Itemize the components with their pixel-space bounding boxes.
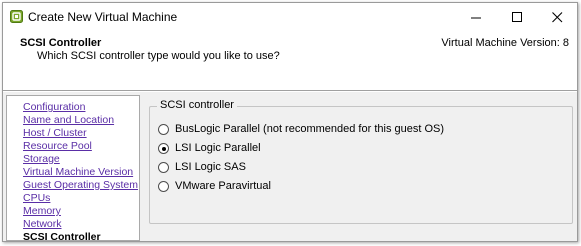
vsphere-app-icon <box>10 10 23 23</box>
step-scsi-controller: SCSI Controller <box>23 231 101 242</box>
maximize-button[interactable] <box>498 3 536 31</box>
wizard-step-list: Configuration Name and Location Host / C… <box>6 95 140 241</box>
wizard-window: Create New Virtual Machine SCSI Controll… <box>2 2 578 242</box>
radio-button[interactable] <box>158 124 169 135</box>
minimize-button[interactable] <box>457 3 495 31</box>
radio-button[interactable] <box>158 162 169 173</box>
wizard-header: SCSI Controller Which SCSI controller ty… <box>3 31 577 91</box>
scsi-controller-group: BusLogic Parallel (not recommended for t… <box>149 106 573 224</box>
step-memory[interactable]: Memory <box>23 205 61 217</box>
scsi-controller-group-label: SCSI controller <box>157 99 237 111</box>
maximize-icon <box>512 12 522 22</box>
radio-button[interactable] <box>158 181 169 192</box>
step-guest-os[interactable]: Guest Operating System <box>23 179 138 191</box>
close-icon <box>552 12 563 23</box>
page-title: SCSI Controller <box>20 37 102 49</box>
radio-selected-dot <box>161 146 166 151</box>
radio-label: LSI Logic SAS <box>175 161 246 173</box>
step-host-cluster[interactable]: Host / Cluster <box>23 127 87 139</box>
vm-version-label: Virtual Machine Version: 8 <box>441 37 569 49</box>
page-subtitle: Which SCSI controller type would you lik… <box>37 50 280 62</box>
title-bar[interactable]: Create New Virtual Machine <box>3 3 577 31</box>
step-network[interactable]: Network <box>23 218 62 230</box>
radio-label: VMware Paravirtual <box>175 180 271 192</box>
step-name-and-location[interactable]: Name and Location <box>23 114 114 126</box>
radio-label: BusLogic Parallel (not recommended for t… <box>175 123 445 135</box>
radio-label: LSI Logic Parallel <box>175 142 261 154</box>
step-resource-pool[interactable]: Resource Pool <box>23 140 92 152</box>
minimize-icon <box>471 17 481 19</box>
wizard-content: Configuration Name and Location Host / C… <box>3 92 577 241</box>
step-vm-version[interactable]: Virtual Machine Version <box>23 166 133 178</box>
scsi-panel: BusLogic Parallel (not recommended for t… <box>147 95 577 241</box>
window-title: Create New Virtual Machine <box>28 10 178 24</box>
radio-button[interactable] <box>158 143 169 154</box>
step-storage[interactable]: Storage <box>23 153 60 165</box>
close-button[interactable] <box>538 3 576 31</box>
step-configuration[interactable]: Configuration <box>23 101 85 113</box>
step-cpus[interactable]: CPUs <box>23 192 50 204</box>
